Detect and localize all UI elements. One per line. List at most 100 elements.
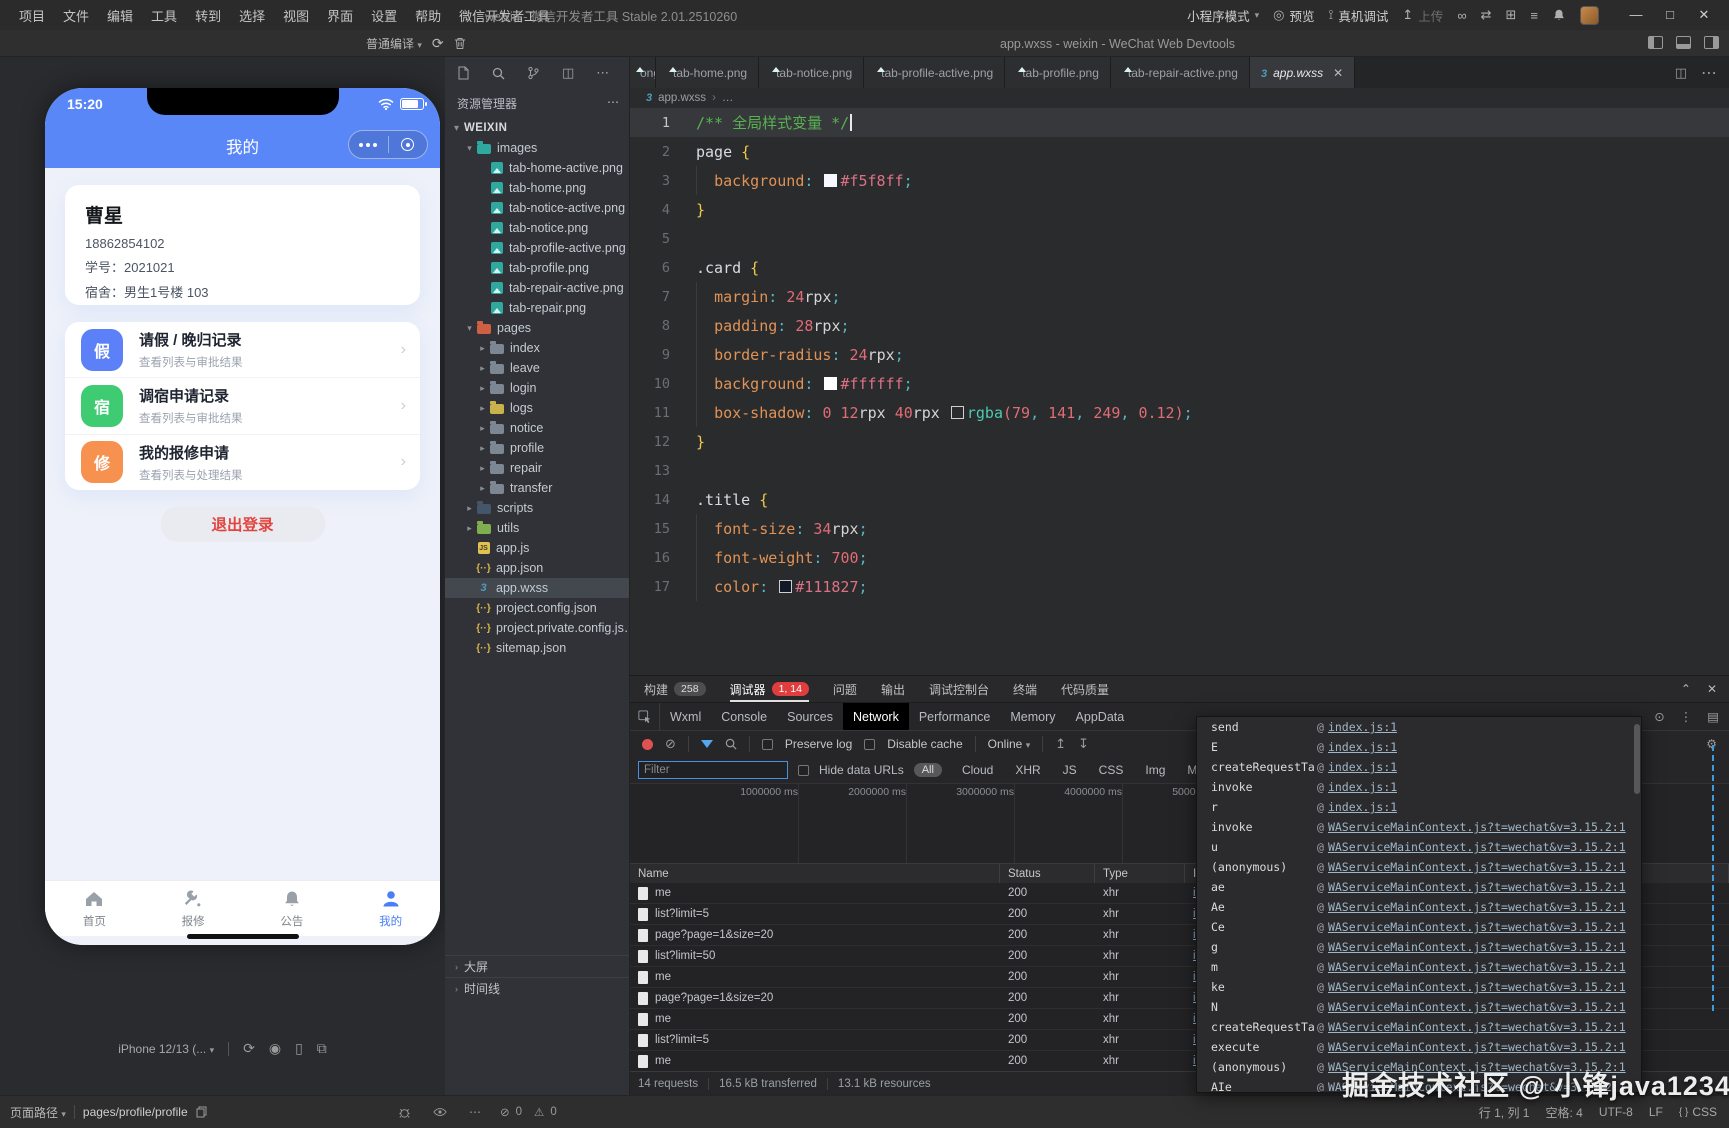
tree-item-notice[interactable]: ▸ notice — [445, 418, 629, 438]
restart-icon[interactable]: ⟳ — [243, 1040, 255, 1057]
tree-item-WEIXIN[interactable]: ▾ WEIXIN — [445, 118, 629, 138]
tree-item-tab-repair-activepng[interactable]: tab-repair-active.png — [445, 278, 629, 298]
dock-side-icon[interactable]: ▤ — [1707, 709, 1719, 724]
indent-setting[interactable]: 空格: 4 — [1545, 1104, 1582, 1121]
editor-tab-tab-noticepng[interactable]: tab-notice.png — [759, 57, 865, 88]
scrollbar-thumb[interactable] — [1634, 724, 1640, 794]
type-filter-JS[interactable]: JS — [1061, 763, 1079, 777]
tree-item-appwxss[interactable]: 3 app.wxss — [445, 578, 629, 598]
grid-icon[interactable]: ⊞ — [1506, 7, 1517, 23]
editor-tab-tab-homepng[interactable]: tab-home.png — [656, 57, 760, 88]
editor-tab-ong[interactable]: ong — [630, 57, 656, 88]
visibility-icon[interactable] — [433, 1107, 447, 1117]
close-capsule-button[interactable] — [389, 138, 428, 151]
eol-setting[interactable]: LF — [1649, 1105, 1663, 1119]
frame-location-link[interactable]: index.js:1 — [1328, 780, 1397, 794]
network-conditions-icon[interactable]: ⊙ — [1654, 709, 1664, 724]
color-swatch[interactable] — [950, 406, 964, 419]
throttling-dropdown[interactable]: Online ▾ — [988, 737, 1031, 751]
preserve-log-checkbox[interactable] — [761, 738, 773, 750]
frame-location-link[interactable]: WAServiceMainContext.js?t=wechat&v=3.15.… — [1328, 1000, 1626, 1014]
tree-item-tab-homepng[interactable]: tab-home.png — [445, 178, 629, 198]
disable-cache-checkbox[interactable] — [864, 738, 876, 750]
panel-tab-调试控制台[interactable]: 调试控制台 — [929, 676, 989, 702]
callstack-frame[interactable]: execute @ WAServiceMainContext.js?t=wechat… — [1197, 1037, 1641, 1057]
language-mode[interactable]: CSS — [1692, 1105, 1717, 1119]
tree-item-profile[interactable]: ▸ profile — [445, 438, 629, 458]
remote-debug-button[interactable]: ⟟ 真机调试 — [1329, 6, 1389, 25]
network-column-Type[interactable]: Type — [1095, 864, 1185, 883]
panel-tab-问题[interactable]: 问题 — [833, 676, 857, 702]
callstack-frame[interactable]: createRequestTask@WAServiceMainContext.j… — [1197, 1017, 1641, 1037]
type-filter-XHR[interactable]: XHR — [1013, 763, 1042, 777]
callstack-frame[interactable]: createRequestTask@index.js:1 — [1197, 757, 1641, 777]
tree-item-sitemapjson[interactable]: {··} sitemap.json — [445, 638, 629, 658]
inspect-element-icon[interactable] — [630, 703, 660, 730]
collapse-panel-icon[interactable]: ⌃ — [1681, 682, 1691, 696]
frame-location-link[interactable]: WAServiceMainContext.js?t=wechat&v=3.15.… — [1328, 860, 1626, 874]
frame-location-link[interactable]: index.js:1 — [1328, 760, 1397, 774]
tree-item-appjs[interactable]: JS app.js — [445, 538, 629, 558]
sync-icon[interactable]: ⇄ — [1481, 7, 1492, 23]
code-area[interactable]: 1/** 全局样式变量 */2 page {3 background: #f5f8… — [630, 108, 1729, 601]
color-swatch[interactable] — [779, 580, 793, 593]
import-har-icon[interactable]: ↥ — [1055, 736, 1066, 752]
vconsole-icon[interactable] — [398, 1106, 411, 1119]
tree-item-repair[interactable]: ▸ repair — [445, 458, 629, 478]
search-icon[interactable] — [492, 67, 505, 80]
encoding[interactable]: UTF-8 — [1599, 1105, 1633, 1119]
tree-item-tab-profilepng[interactable]: tab-profile.png — [445, 258, 629, 278]
menu-icon[interactable]: ≡ — [1530, 8, 1538, 23]
tree-item-images[interactable]: ▾ images — [445, 138, 629, 158]
tree-item-scripts[interactable]: ▸ scripts — [445, 498, 629, 518]
devtools-tab-Sources[interactable]: Sources — [777, 703, 843, 730]
menu-item-7[interactable]: 界面 — [318, 6, 362, 25]
close-panel-icon[interactable]: ✕ — [1707, 682, 1717, 696]
frame-location-link[interactable]: WAServiceMainContext.js?t=wechat&v=3.15.… — [1328, 980, 1626, 994]
editor-tab-appwxss[interactable]: 3 app.wxss ✕ — [1249, 57, 1356, 88]
menu-item-2[interactable]: 编辑 — [98, 6, 142, 25]
callstack-frame[interactable]: N @ WAServiceMainContext.js?t=wechat&v=3.1… — [1197, 997, 1641, 1017]
record-icon[interactable]: ◉ — [269, 1040, 281, 1057]
explorer-more-icon[interactable]: ⋯ — [607, 95, 619, 112]
split-editor-icon[interactable]: ◫ — [1675, 65, 1687, 81]
clear-cache-icon[interactable] — [454, 37, 466, 50]
frame-location-link[interactable]: WAServiceMainContext.js?t=wechat&v=3.15.… — [1328, 820, 1626, 834]
frame-location-link[interactable]: WAServiceMainContext.js?t=wechat&v=3.15.… — [1328, 1040, 1626, 1054]
tree-item-tab-notice-activepng[interactable]: tab-notice-active.png — [445, 198, 629, 218]
tree-item-transfer[interactable]: ▸ transfer — [445, 478, 629, 498]
explorer-section-时间线[interactable]: › 时间线 — [445, 977, 629, 999]
hide-data-urls-checkbox[interactable] — [798, 764, 809, 776]
tree-item-login[interactable]: ▸ login — [445, 378, 629, 398]
menu-item-6[interactable]: 视图 — [274, 6, 318, 25]
tree-item-leave[interactable]: ▸ leave — [445, 358, 629, 378]
menu-item-5[interactable]: 选择 — [230, 6, 274, 25]
callstack-frame[interactable]: u @ WAServiceMainContext.js?t=wechat&v=3.1… — [1197, 837, 1641, 857]
record-network-button[interactable] — [642, 738, 653, 750]
panel-tab-调试器[interactable]: 调试器 1, 14 — [730, 676, 809, 702]
menu-list-item[interactable]: 假请假 / 晚归记录 查看列表与审批结果 › — [65, 322, 420, 377]
devtools-tab-Console[interactable]: Console — [711, 703, 777, 730]
callstack-frame[interactable]: m @ WAServiceMainContext.js?t=wechat&v=3.1… — [1197, 957, 1641, 977]
git-branch-icon[interactable] — [527, 66, 540, 80]
toggle-bottom-panel-icon[interactable] — [1676, 36, 1691, 49]
callstack-frame[interactable]: ae @ WAServiceMainContext.js?t=wechat&v=3.… — [1197, 877, 1641, 897]
callstack-frame[interactable]: Ce @ WAServiceMainContext.js?t=wechat&v=3.… — [1197, 917, 1641, 937]
devtools-tab-Memory[interactable]: Memory — [1000, 703, 1065, 730]
copy-path-icon[interactable] — [196, 1106, 207, 1118]
preview-button[interactable]: ◎ 预览 — [1273, 6, 1314, 25]
panel-tab-终端[interactable]: 终端 — [1013, 676, 1037, 702]
minimize-button[interactable]: — — [1619, 7, 1653, 23]
tabbar-item-person[interactable]: 我的 — [341, 881, 440, 936]
network-column-Name[interactable]: Name — [630, 864, 1000, 883]
filter-icon[interactable] — [700, 740, 713, 748]
devtools-tab-AppData[interactable]: AppData — [1066, 703, 1135, 730]
frame-location-link[interactable]: WAServiceMainContext.js?t=wechat&v=3.15.… — [1328, 960, 1626, 974]
page-path-dropdown[interactable]: 页面路径 ▾ — [10, 1104, 66, 1121]
refresh-icon[interactable]: ⟳ — [432, 35, 444, 52]
frame-location-link[interactable]: WAServiceMainContext.js?t=wechat&v=3.15.… — [1328, 920, 1626, 934]
frame-location-link[interactable]: WAServiceMainContext.js?t=wechat&v=3.15.… — [1328, 880, 1626, 894]
more-actions-icon[interactable]: ⋯ — [596, 65, 609, 81]
toggle-right-panel-icon[interactable] — [1704, 36, 1719, 49]
tree-item-tab-noticepng[interactable]: tab-notice.png — [445, 218, 629, 238]
